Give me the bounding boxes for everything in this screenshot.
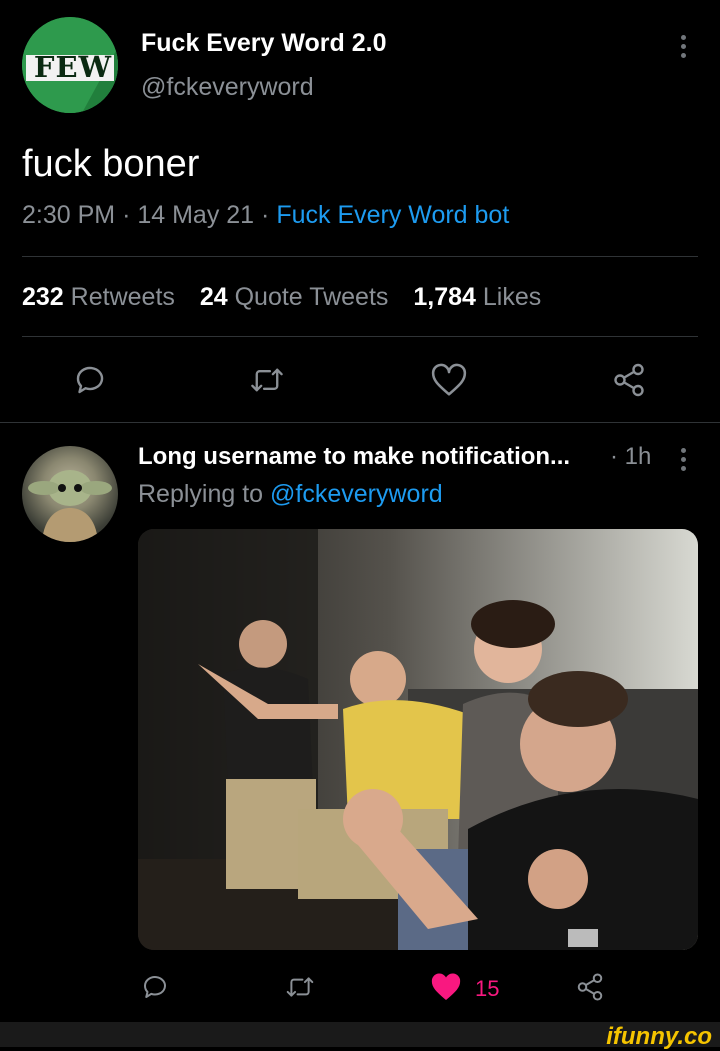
like-icon[interactable] — [430, 362, 468, 398]
avatar[interactable]: FEW — [22, 17, 118, 113]
reply-like-count: 15 — [475, 976, 500, 1001]
reply-share-icon[interactable] — [574, 972, 606, 1002]
replying-to: Replying to @fckeveryword — [138, 480, 443, 509]
more-options-icon[interactable] — [681, 35, 687, 62]
quote-tweets-stat[interactable]: 24 Quote Tweets — [200, 283, 389, 311]
reply-avatar[interactable] — [22, 446, 118, 542]
reply-avatar-image — [28, 470, 112, 542]
reply-display-name[interactable]: Long username to make notification... — [138, 443, 570, 471]
tweet-source-link[interactable]: Fuck Every Word bot — [276, 201, 509, 229]
reply-more-options-icon[interactable] — [681, 448, 687, 475]
reply-reply-icon[interactable] — [140, 972, 170, 1002]
cheering-men-photo — [138, 529, 698, 950]
retweet-icon[interactable] — [248, 362, 286, 398]
divider — [22, 256, 698, 257]
tweet-time: 2:30 PM — [22, 201, 116, 229]
mention-link[interactable]: @fckeveryword — [270, 480, 443, 508]
tweet-text: fuck boner — [22, 143, 200, 185]
tweet-date: 14 May 21 — [137, 201, 255, 229]
divider — [22, 336, 698, 337]
share-icon[interactable] — [610, 362, 648, 398]
display-name[interactable]: Fuck Every Word 2.0 — [141, 29, 386, 58]
user-handle[interactable]: @fckeveryword — [141, 73, 314, 102]
reply-like-icon[interactable] — [430, 972, 462, 1002]
replying-prefix: Replying to — [138, 480, 264, 508]
reply-retweet-icon[interactable] — [284, 972, 316, 1002]
tweet-stats: 232 Retweets 24 Quote Tweets 1,784 Likes — [22, 283, 541, 312]
avatar-logo-text: FEW — [33, 50, 113, 84]
likes-stat[interactable]: 1,784 Likes — [413, 283, 541, 311]
divider — [0, 422, 720, 423]
reply-icon[interactable] — [72, 362, 108, 398]
separator-dot: · — [261, 201, 277, 229]
reply-photo[interactable] — [138, 529, 698, 950]
retweets-stat[interactable]: 232 Retweets — [22, 283, 175, 311]
tweet-meta: 2:30 PM · 14 May 21 · Fuck Every Word bo… — [22, 201, 509, 230]
reply-time: · 1h — [610, 443, 652, 470]
separator-dot: · — [122, 201, 138, 229]
